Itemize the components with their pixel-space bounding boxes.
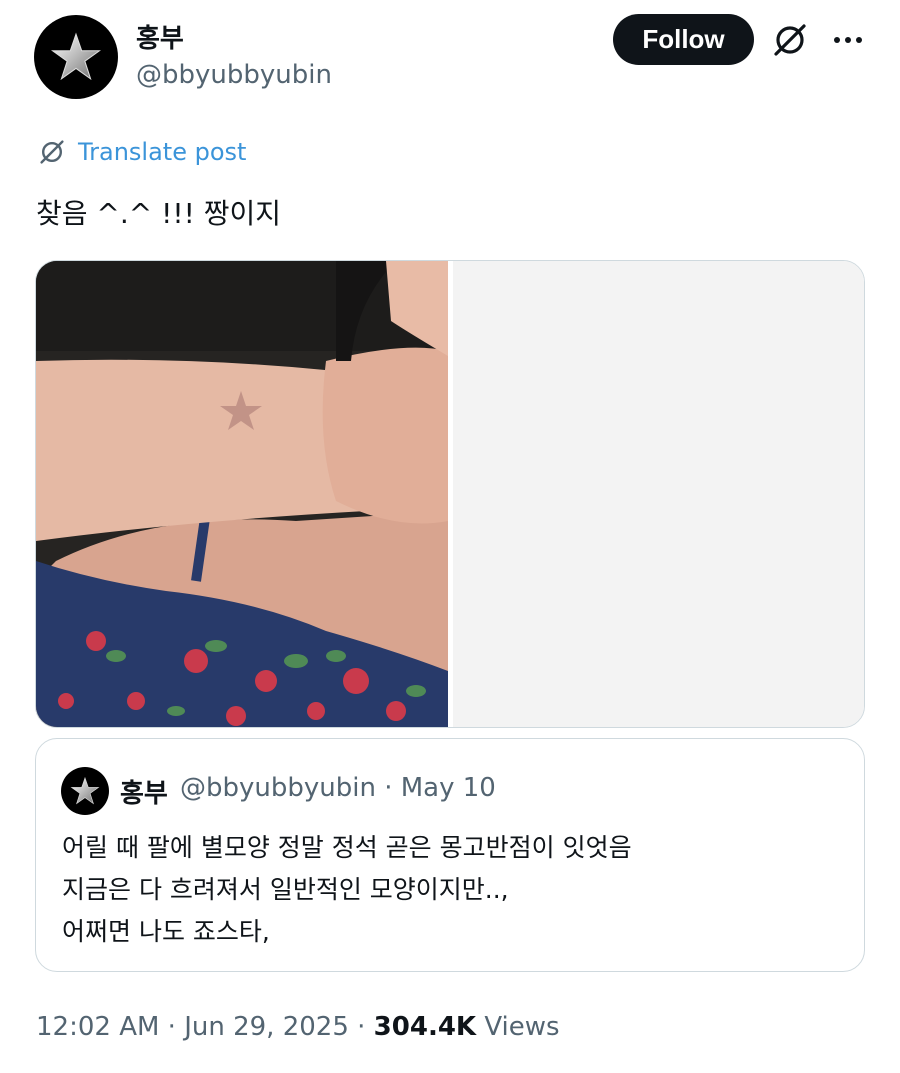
media-photo[interactable] (36, 261, 448, 727)
more-icon[interactable] (828, 26, 868, 54)
translate-post-label: Translate post (78, 138, 247, 166)
post-timestamp[interactable]: 12:02 AM · Jun 29, 2025 · (36, 1012, 374, 1042)
post-media[interactable] (35, 260, 865, 728)
follow-button[interactable]: Follow (613, 14, 754, 65)
quoted-post[interactable]: 홍부 @bbyubbyubin · May 10 어릴 때 팔에 별모양 정말 … (35, 738, 865, 972)
quote-line: 어쩌면 나도 죠스타, (62, 917, 270, 946)
quote-line: 어릴 때 팔에 별모양 정말 정석 곧은 몽고반점이 잇엇음 (62, 833, 632, 862)
post-meta: 12:02 AM · Jun 29, 2025 · 304.4K Views (36, 1012, 560, 1042)
views-label: Views (476, 1012, 560, 1042)
grok-icon[interactable] (770, 20, 810, 60)
author-handle[interactable]: @bbyubbyubin (136, 60, 332, 90)
star-icon (70, 776, 100, 805)
author-avatar[interactable] (34, 15, 118, 99)
quote-author-handle-date: @bbyubbyubin · May 10 (180, 773, 496, 803)
post-text: 찾음 ^.^ !!! 짱이지 (36, 197, 281, 230)
views-count: 304.4K (373, 1012, 477, 1042)
media-placeholder[interactable] (453, 261, 864, 727)
grok-icon (40, 140, 64, 164)
quote-author-avatar (61, 767, 109, 815)
translate-post-link[interactable]: Translate post (36, 136, 246, 168)
author-display-name[interactable]: 홍부 (136, 18, 184, 55)
star-icon (50, 32, 102, 81)
quote-line: 지금은 다 흐려져서 일반적인 모양이지만.., (62, 875, 509, 904)
quote-author-name: 홍부 (120, 779, 168, 809)
quote-text: 어릴 때 팔에 별모양 정말 정석 곧은 몽고반점이 잇엇음 지금은 다 흐려져… (62, 827, 632, 953)
